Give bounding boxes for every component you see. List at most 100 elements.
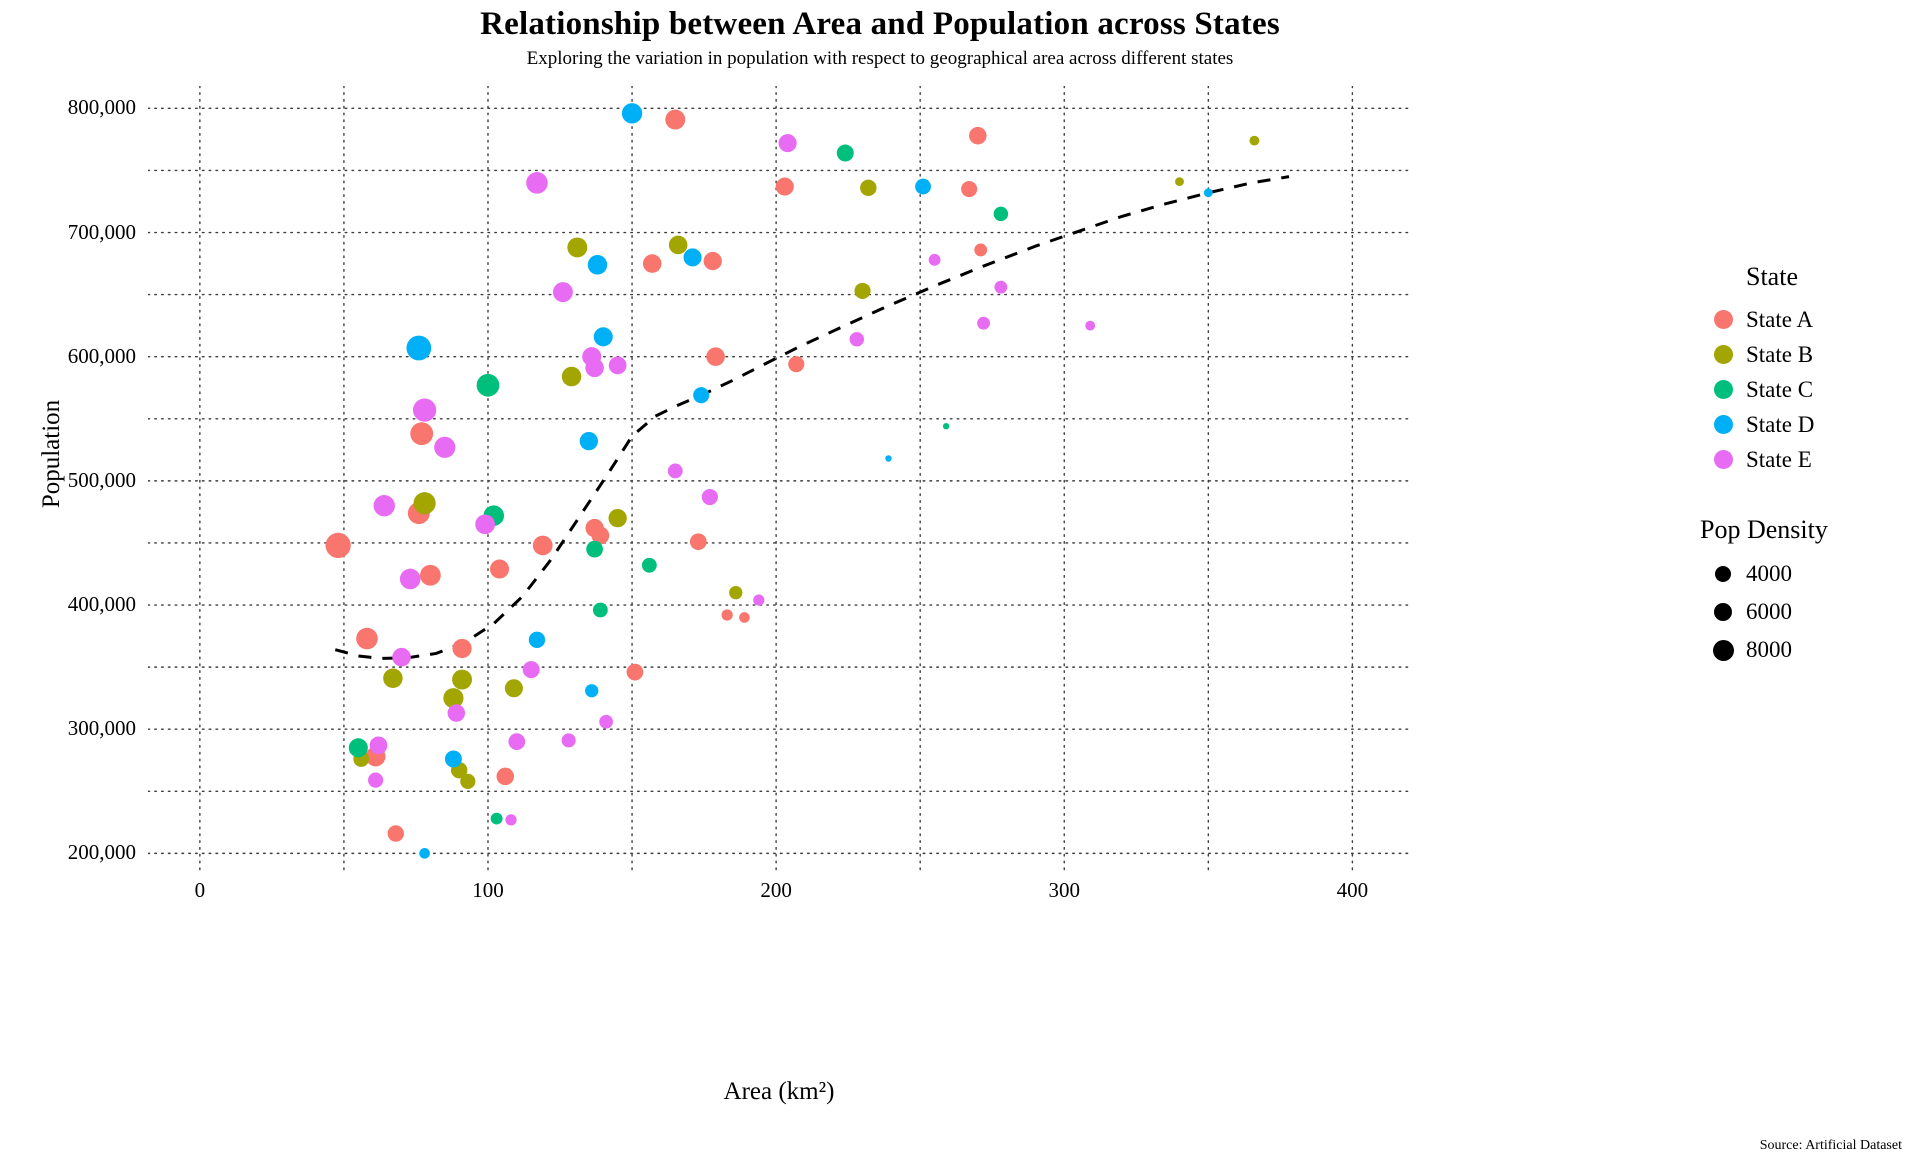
data-point[interactable]	[706, 347, 725, 366]
size-legend-item-8000[interactable]: 8000	[1700, 631, 1915, 669]
data-point[interactable]	[526, 172, 548, 194]
data-point[interactable]	[373, 495, 395, 517]
data-point[interactable]	[665, 109, 686, 130]
data-point[interactable]	[412, 398, 437, 422]
data-point[interactable]	[528, 631, 546, 649]
data-point[interactable]	[608, 356, 627, 375]
data-point[interactable]	[399, 568, 421, 590]
data-point[interactable]	[496, 767, 515, 786]
y-axis-tick-label: 200,000	[67, 840, 136, 865]
data-point[interactable]	[961, 181, 978, 198]
data-point[interactable]	[419, 848, 430, 859]
data-point[interactable]	[447, 704, 466, 722]
data-point[interactable]	[356, 627, 378, 650]
data-point[interactable]	[348, 738, 368, 758]
legend-item-label: State D	[1746, 411, 1815, 437]
data-point[interactable]	[419, 564, 441, 586]
data-point[interactable]	[739, 612, 750, 623]
data-point[interactable]	[406, 335, 432, 361]
data-point[interactable]	[413, 492, 436, 515]
data-point[interactable]	[387, 825, 404, 842]
data-point[interactable]	[593, 327, 613, 347]
data-point[interactable]	[460, 773, 476, 789]
data-point[interactable]	[977, 316, 990, 330]
data-point[interactable]	[693, 387, 710, 404]
data-point[interactable]	[522, 661, 540, 679]
data-point[interactable]	[689, 533, 707, 551]
data-point[interactable]	[668, 235, 688, 255]
data-point[interactable]	[452, 669, 473, 690]
legend-item-state-a[interactable]: State A	[1700, 302, 1915, 337]
data-point[interactable]	[994, 280, 1008, 294]
data-point[interactable]	[928, 253, 941, 266]
data-point[interactable]	[849, 332, 865, 347]
data-point[interactable]	[683, 248, 702, 267]
data-point[interactable]	[586, 540, 603, 558]
data-point[interactable]	[508, 733, 526, 750]
data-point[interactable]	[1249, 135, 1260, 146]
legend-item-state-d[interactable]: State D	[1700, 407, 1915, 442]
data-point[interactable]	[369, 736, 388, 755]
legend-item-state-b[interactable]: State B	[1700, 337, 1915, 372]
data-point[interactable]	[490, 559, 510, 579]
data-point[interactable]	[974, 243, 988, 257]
size-legend-item-4000[interactable]: 4000	[1700, 555, 1915, 593]
data-point[interactable]	[383, 668, 403, 689]
data-point[interactable]	[567, 237, 588, 258]
data-point[interactable]	[667, 463, 683, 479]
data-point[interactable]	[552, 282, 573, 303]
data-point[interactable]	[641, 557, 657, 573]
data-point[interactable]	[860, 179, 877, 197]
data-point[interactable]	[476, 373, 500, 397]
data-point[interactable]	[626, 663, 644, 681]
data-point[interactable]	[915, 178, 931, 195]
data-point[interactable]	[642, 254, 662, 273]
data-point[interactable]	[592, 602, 608, 618]
data-point[interactable]	[729, 585, 743, 600]
data-point[interactable]	[505, 814, 517, 826]
data-point[interactable]	[621, 103, 643, 124]
data-point[interactable]	[969, 126, 987, 145]
data-point[interactable]	[753, 594, 765, 606]
data-point[interactable]	[561, 733, 576, 748]
data-point[interactable]	[561, 366, 582, 387]
data-point[interactable]	[392, 647, 411, 667]
legend-color-dot-icon	[1713, 310, 1733, 329]
data-point[interactable]	[587, 255, 608, 275]
data-point[interactable]	[1203, 188, 1213, 198]
data-point[interactable]	[490, 812, 503, 825]
data-point[interactable]	[368, 772, 384, 788]
data-point[interactable]	[444, 750, 462, 768]
series-state-b	[353, 135, 1260, 789]
data-point[interactable]	[1085, 320, 1096, 331]
data-point[interactable]	[854, 282, 871, 299]
data-point[interactable]	[721, 609, 733, 621]
data-point[interactable]	[701, 488, 718, 506]
data-point[interactable]	[788, 356, 805, 373]
data-point[interactable]	[434, 436, 456, 458]
data-point[interactable]	[585, 358, 604, 378]
data-point[interactable]	[703, 251, 722, 271]
legend-item-state-c[interactable]: State C	[1700, 372, 1915, 407]
data-point[interactable]	[452, 638, 472, 659]
data-point[interactable]	[942, 423, 950, 430]
size-legend-item-6000[interactable]: 6000	[1700, 593, 1915, 631]
data-point[interactable]	[885, 455, 892, 462]
data-point[interactable]	[475, 514, 495, 535]
data-point[interactable]	[608, 508, 627, 528]
data-point[interactable]	[532, 535, 553, 556]
trend-line	[334, 175, 1290, 660]
data-point[interactable]	[579, 431, 598, 451]
data-point[interactable]	[325, 532, 351, 559]
data-point[interactable]	[585, 684, 599, 698]
data-point[interactable]	[993, 206, 1009, 222]
data-point[interactable]	[504, 679, 523, 698]
data-point[interactable]	[836, 144, 854, 162]
data-point[interactable]	[599, 714, 613, 729]
data-point[interactable]	[775, 177, 794, 196]
data-point[interactable]	[1175, 177, 1184, 187]
legend-item-state-e[interactable]: State E	[1700, 442, 1915, 477]
data-point[interactable]	[410, 422, 434, 446]
legend-swatch-cell	[1700, 380, 1746, 399]
data-point[interactable]	[778, 134, 797, 153]
